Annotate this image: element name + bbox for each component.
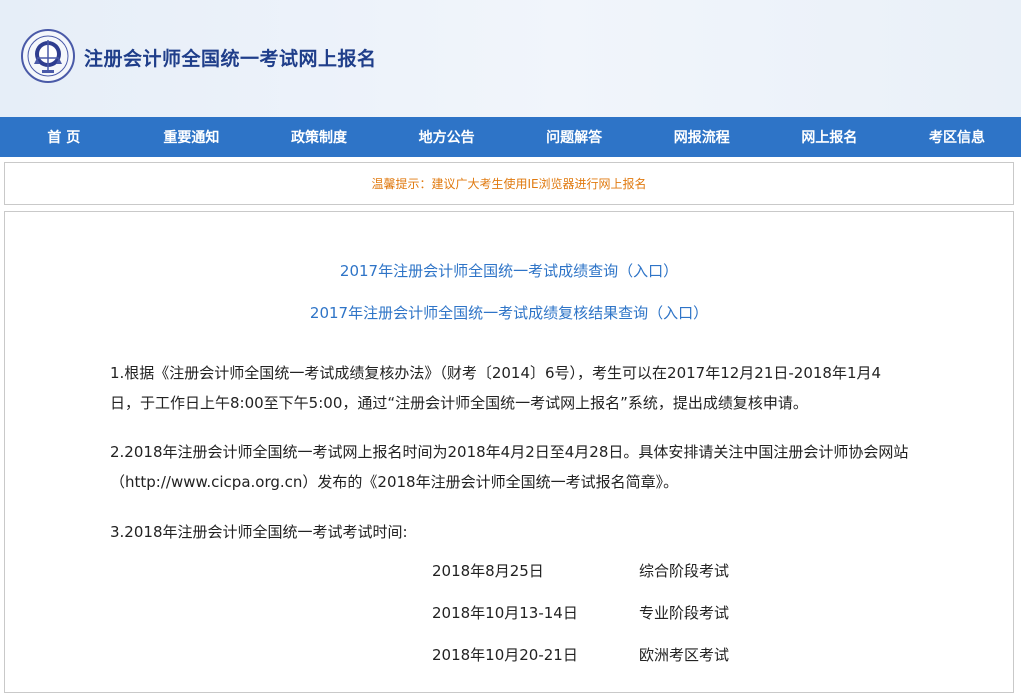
notice-paragraph-1: 1.根据《注册会计师全国统一考试成绩复核办法》（财考〔2014〕6号），考生可以…: [110, 364, 882, 412]
score-query-link[interactable]: 2017年注册会计师全国统一考试成绩查询（入口）: [5, 260, 1013, 281]
notice-paragraph-2: 2.2018年注册会计师全国统一考试网上报名时间为2018年4月2日至4月28日…: [110, 443, 909, 491]
schedule-label: 专业阶段考试: [639, 604, 730, 622]
main-nav: 首 页 重要通知 政策制度 地方公告 问题解答 网报流程 网上报名 考区信息: [0, 117, 1021, 157]
nav-item-online-registration[interactable]: 网上报名: [766, 117, 894, 157]
schedule-date: 2018年10月13-14日: [432, 604, 578, 622]
schedule-label: 综合阶段考试: [639, 562, 730, 580]
notice-box: 温馨提示：建议广大考生使用IE浏览器进行网上报名: [4, 162, 1014, 205]
schedule-label: 欧洲考区考试: [639, 646, 730, 664]
schedule-date: 2018年10月20-21日: [432, 646, 578, 664]
nav-item-faq[interactable]: 问题解答: [510, 117, 638, 157]
notice-text: 温馨提示：建议广大考生使用IE浏览器进行网上报名: [371, 177, 647, 191]
cicpa-emblem-icon: [20, 28, 76, 84]
schedule-date: 2018年8月25日: [432, 562, 544, 580]
main-content: 2017年注册会计师全国统一考试成绩查询（入口） 2017年注册会计师全国统一考…: [4, 211, 1014, 693]
site-title: 注册会计师全国统一考试网上报名: [84, 48, 377, 70]
nav-item-exam-area-info[interactable]: 考区信息: [893, 117, 1021, 157]
nav-item-home[interactable]: 首 页: [0, 117, 128, 157]
notice-paragraph-3: 3.2018年注册会计师全国统一考试考试时间:: [110, 523, 408, 541]
site-header: 注册会计师全国统一考试网上报名: [0, 0, 1021, 117]
nav-item-registration-process[interactable]: 网报流程: [638, 117, 766, 157]
review-result-query-link[interactable]: 2017年注册会计师全国统一考试成绩复核结果查询（入口）: [5, 302, 1013, 323]
nav-item-local-announcements[interactable]: 地方公告: [383, 117, 511, 157]
nav-item-policies[interactable]: 政策制度: [255, 117, 383, 157]
nav-item-important-notices[interactable]: 重要通知: [128, 117, 256, 157]
